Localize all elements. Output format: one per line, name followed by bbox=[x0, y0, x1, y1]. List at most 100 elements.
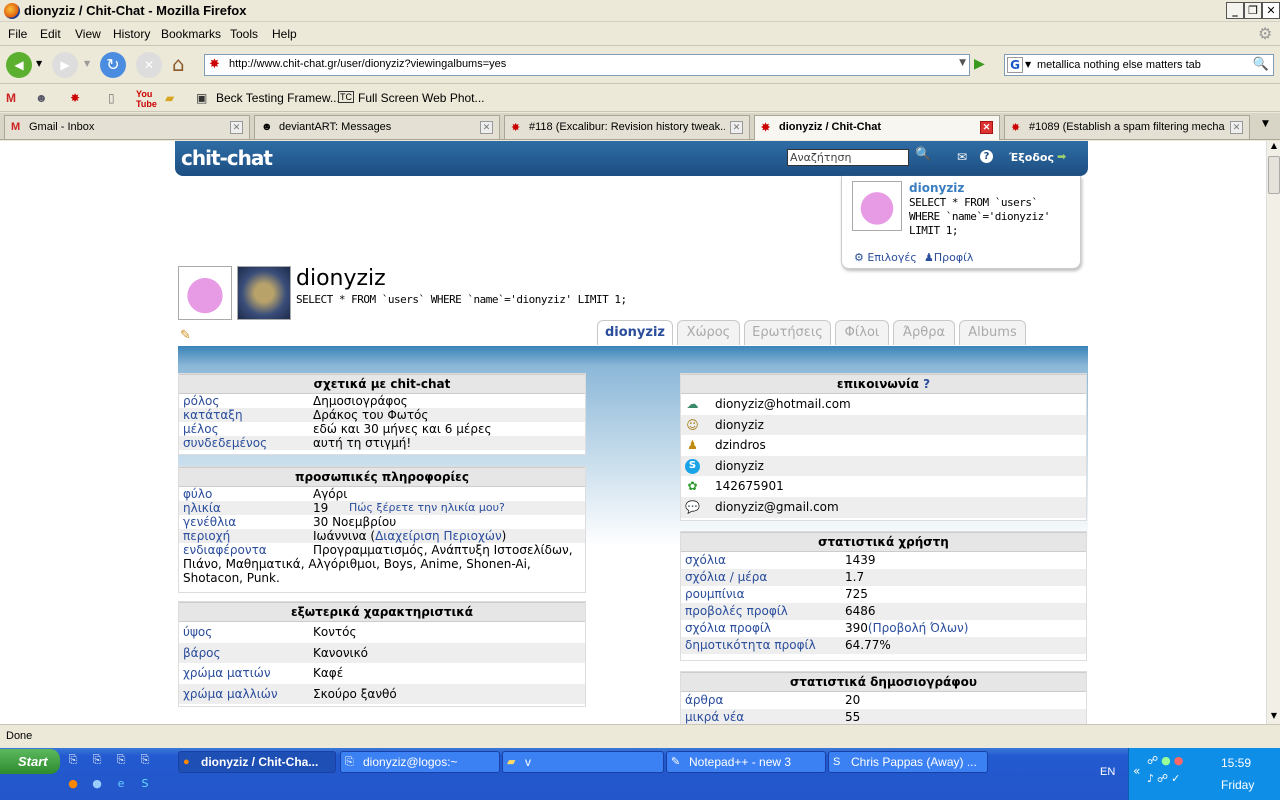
contact-help-link[interactable]: ? bbox=[923, 377, 930, 391]
menu-bookmarks[interactable]: Bookmarks bbox=[161, 27, 221, 41]
search-bar[interactable]: G ▼ metallica nothing else matters tab 🔍 bbox=[1004, 54, 1274, 76]
profile-tabs: dionyziz Χώρος Ερωτήσεις Φίλοι Άρθρα Alb… bbox=[0, 320, 1266, 346]
help-icon[interactable]: ? bbox=[980, 150, 993, 163]
back-dropdown-icon[interactable]: ▼ bbox=[36, 59, 42, 68]
user-avatar[interactable] bbox=[852, 181, 902, 231]
chrome-icon[interactable]: ● bbox=[1174, 754, 1187, 767]
network-icon[interactable]: ☍ bbox=[1147, 754, 1161, 767]
clock-day[interactable]: Friday bbox=[1221, 778, 1254, 792]
task-terminal[interactable]: ⎘ dionyziz@logos:~ bbox=[340, 751, 500, 773]
maximize-button[interactable]: ❐ bbox=[1244, 2, 1262, 19]
menu-history[interactable]: History bbox=[113, 27, 150, 41]
page-bookmark-icon[interactable]: ▯ bbox=[108, 91, 115, 105]
google-icon[interactable]: G bbox=[1007, 57, 1023, 73]
tab-deviantart[interactable]: ☻ deviantART: Messages ✕ bbox=[254, 115, 500, 139]
messenger-icon[interactable]: ● bbox=[1161, 754, 1174, 767]
tray-expand-icon[interactable]: « bbox=[1133, 764, 1140, 778]
folder-bookmark-icon[interactable]: ▰ bbox=[165, 91, 174, 105]
stop-icon[interactable]: ✕ bbox=[136, 52, 162, 78]
journalist-title: στατιστικά δημοσιογράφου bbox=[681, 672, 1086, 692]
safely-remove-icon[interactable]: ✓ bbox=[1171, 772, 1183, 785]
quicklaunch-putty-icon[interactable]: ⎘ bbox=[114, 753, 128, 767]
url-dropdown-icon[interactable]: ▼ bbox=[959, 58, 966, 68]
url-bar[interactable]: ✸ http://www.chit-chat.gr/user/dionyziz?… bbox=[204, 54, 970, 76]
quicklaunch-thunderbird-icon[interactable]: ● bbox=[90, 777, 104, 791]
menu-help[interactable]: Help bbox=[272, 27, 297, 41]
gmail-bookmark-icon[interactable]: M bbox=[6, 91, 16, 105]
profile-avatar[interactable] bbox=[178, 266, 232, 320]
reload-icon[interactable]: ↻ bbox=[100, 52, 126, 78]
quicklaunch-firefox-icon[interactable]: ● bbox=[66, 777, 80, 791]
tab-albums[interactable]: Albums bbox=[959, 320, 1026, 345]
go-icon[interactable]: ▶ bbox=[974, 56, 992, 74]
scroll-down-icon[interactable]: ▼ bbox=[1268, 711, 1280, 724]
task-notepad[interactable]: ✎ Notepad++ - new 3 bbox=[666, 751, 826, 773]
site-logo[interactable]: chit-chat bbox=[181, 146, 273, 170]
bookmark-fullscreen[interactable]: Full Screen Web Phot... bbox=[358, 91, 485, 105]
quicklaunch-skype-icon[interactable]: S bbox=[138, 777, 152, 791]
clock-time[interactable]: 15:59 bbox=[1221, 756, 1251, 770]
menu-view[interactable]: View bbox=[75, 27, 101, 41]
menu-edit[interactable]: Edit bbox=[40, 27, 61, 41]
scroll-up-icon[interactable]: ▲ bbox=[1268, 141, 1280, 154]
options-link[interactable]: ⚙ Επιλογές bbox=[854, 251, 917, 264]
back-icon[interactable]: ◀ bbox=[6, 52, 32, 78]
tab-friends[interactable]: Φίλοι bbox=[835, 320, 889, 345]
task-skype-chat[interactable]: S Chris Pappas (Away) ... bbox=[828, 751, 988, 773]
vertical-scrollbar[interactable]: ▲ ▼ bbox=[1266, 141, 1280, 724]
close-button[interactable]: ✕ bbox=[1262, 2, 1280, 19]
quicklaunch-ie-icon[interactable]: e bbox=[114, 777, 128, 791]
tab-profile[interactable]: dionyziz bbox=[597, 320, 673, 345]
forward-dropdown-icon[interactable]: ▼ bbox=[84, 59, 90, 68]
tab-gmail[interactable]: M Gmail - Inbox ✕ bbox=[4, 115, 250, 139]
language-indicator[interactable]: EN bbox=[1100, 766, 1115, 778]
tab-list-icon[interactable]: ▼ bbox=[1262, 119, 1269, 129]
home-icon[interactable]: ⌂ bbox=[172, 52, 185, 76]
profile-photo[interactable] bbox=[237, 266, 291, 320]
tab-excalibur[interactable]: ✸ #118 (Excalibur: Revision history tweak… bbox=[504, 115, 750, 139]
personal-row: Πιάνο, Μαθηματικά, Αλγόριθμοι, Boys, Ani… bbox=[179, 557, 585, 571]
chitchat-bookmark-icon[interactable]: ✸ bbox=[70, 91, 80, 105]
quicklaunch-putty-icon[interactable]: ⎘ bbox=[66, 753, 80, 767]
task-firefox[interactable]: ● dionyziz / Chit-Cha... bbox=[178, 751, 336, 773]
volume-icon[interactable]: ♪ bbox=[1147, 772, 1157, 785]
site-search-icon[interactable]: 🔍 bbox=[915, 147, 931, 162]
task-folder[interactable]: ▰ v bbox=[502, 751, 664, 773]
tab-close-icon[interactable]: ✕ bbox=[230, 121, 243, 134]
bookmark-beck[interactable]: Beck Testing Framew... bbox=[216, 91, 340, 105]
youtube-bookmark-icon[interactable]: You Tube bbox=[136, 89, 157, 109]
quicklaunch-putty-icon[interactable]: ⎘ bbox=[138, 753, 152, 767]
logout-link[interactable]: Έξοδος bbox=[1009, 151, 1054, 164]
site-search-input[interactable]: Αναζήτηση bbox=[787, 149, 909, 166]
manage-areas-link[interactable]: Διαχείριση Περιοχών bbox=[375, 529, 502, 543]
tab-close-icon[interactable]: ✕ bbox=[1230, 121, 1243, 134]
tab-chitchat[interactable]: ✸ dionyziz / Chit-Chat ✕ bbox=[754, 115, 1000, 140]
search-engine-dropdown-icon[interactable]: ▼ bbox=[1025, 60, 1031, 69]
age-help-link[interactable]: Πώς ξέρετε την ηλικία μου? bbox=[349, 501, 505, 515]
deviantart-bookmark-icon[interactable]: ☻ bbox=[35, 91, 48, 105]
network2-icon[interactable]: ☍ bbox=[1157, 772, 1171, 785]
messages-icon[interactable]: ✉ bbox=[957, 150, 967, 164]
forward-icon[interactable]: ▶ bbox=[52, 52, 78, 78]
minimize-button[interactable]: _ bbox=[1226, 2, 1244, 19]
tab-spam-filter[interactable]: ✸ #1089 (Establish a spam filtering mecha… bbox=[1004, 115, 1250, 139]
about-row: κατάταξη Δράκος του Φωτός bbox=[179, 408, 585, 422]
menu-tools[interactable]: Tools bbox=[230, 27, 258, 41]
userbox-name[interactable]: dionyziz bbox=[909, 181, 964, 195]
row-key: μέλος bbox=[183, 422, 219, 436]
quicklaunch-putty-icon[interactable]: ⎘ bbox=[90, 753, 104, 767]
search-icon[interactable]: 🔍 bbox=[1253, 57, 1269, 72]
tab-articles[interactable]: Άρθρα bbox=[893, 320, 955, 345]
tab-questions[interactable]: Ερωτήσεις bbox=[744, 320, 831, 345]
start-button[interactable]: Start bbox=[0, 749, 60, 774]
scroll-thumb[interactable] bbox=[1268, 156, 1280, 194]
tab-space[interactable]: Χώρος bbox=[677, 320, 740, 345]
tab-close-icon[interactable]: ✕ bbox=[730, 121, 743, 134]
tab-close-icon[interactable]: ✕ bbox=[980, 121, 993, 134]
view-all-link[interactable]: (Προβολή Όλων) bbox=[868, 621, 968, 635]
tab-close-icon[interactable]: ✕ bbox=[480, 121, 493, 134]
tray-icons[interactable]: ☍●● ♪☍✓ bbox=[1147, 752, 1211, 792]
beck-icon: ▣ bbox=[196, 91, 208, 105]
menu-file[interactable]: File bbox=[8, 27, 27, 41]
profile-link[interactable]: ♟Προφίλ bbox=[924, 251, 973, 264]
